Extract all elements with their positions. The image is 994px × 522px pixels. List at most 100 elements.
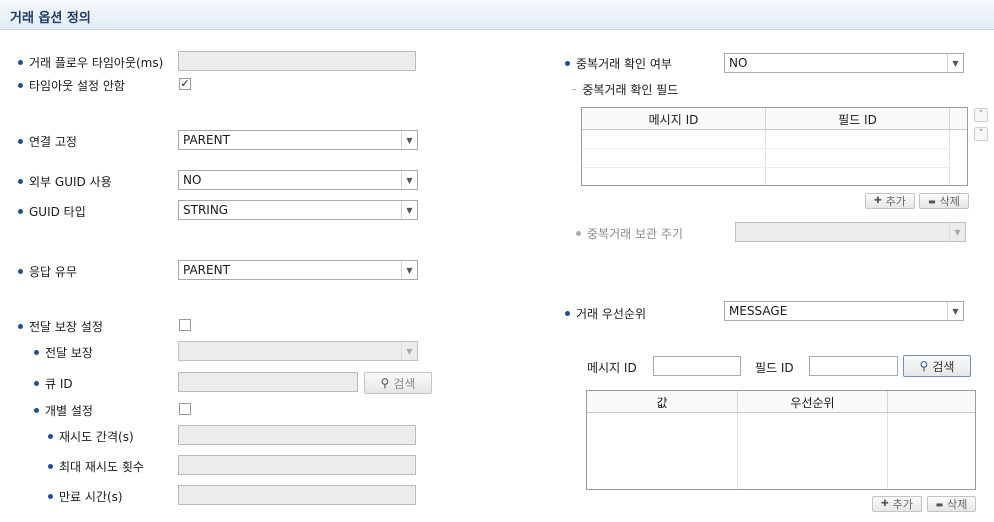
plus-icon: ✚ [881, 499, 889, 509]
bullet-icon [48, 463, 53, 469]
filter-message-id-input[interactable] [653, 356, 741, 376]
dup-check-select[interactable]: NO ▼ [724, 53, 964, 73]
table-cell [766, 168, 950, 185]
minus-icon: ▬ [928, 196, 936, 206]
bullet-icon [48, 493, 53, 499]
priority-select[interactable]: MESSAGE ▼ [724, 301, 964, 321]
priority-table-header: 값 우선순위 [587, 391, 975, 413]
retry-interval-input[interactable] [178, 425, 416, 445]
flow-timeout-row: 거래 플로우 타임아웃(ms) [18, 51, 163, 73]
filter-field-id-row: 필드 ID [755, 356, 794, 378]
table-cell [582, 149, 766, 168]
filter-field-id-input[interactable] [809, 356, 898, 376]
chevron-down-icon[interactable]: ▼ [401, 131, 417, 149]
dup-retention-select[interactable]: ▼ [735, 222, 966, 242]
column-header-priority[interactable]: 우선순위 [738, 391, 888, 413]
flow-timeout-input[interactable] [178, 51, 416, 71]
dup-retention-row: 중복거래 보관 주기 [576, 222, 683, 244]
priority-label: 거래 우선순위 [576, 306, 647, 321]
expire-time-input[interactable] [178, 485, 416, 505]
delivery-setting-checkbox[interactable] [179, 319, 191, 331]
delivery-row: 전달 보장 [34, 341, 93, 363]
chevron-down-icon[interactable]: ▼ [401, 261, 417, 279]
column-header-field-id[interactable]: 필드 ID [766, 108, 950, 130]
plus-icon: ✚ [874, 196, 882, 206]
priority-row: 거래 우선순위 [565, 302, 646, 324]
external-guid-label: 외부 GUID 사용 [29, 174, 112, 189]
guid-type-value: STRING [183, 203, 229, 217]
bullet-icon [576, 230, 581, 236]
search-icon: ⚲ [919, 359, 929, 373]
individual-label: 개별 설정 [45, 403, 93, 418]
dup-field-add-button[interactable]: ✚ 추가 [865, 193, 915, 209]
priority-delete-button[interactable]: ▬ 삭제 [927, 496, 976, 512]
bullet-icon [48, 433, 53, 439]
chevron-down-icon[interactable]: ▼ [949, 223, 965, 241]
dup-retention-label: 중복거래 보관 주기 [587, 226, 683, 241]
flow-timeout-label: 거래 플로우 타임아웃(ms) [29, 55, 164, 70]
guid-type-row: GUID 타입 [18, 200, 86, 222]
scroll-up-icon[interactable]: ˄ [974, 108, 988, 122]
chevron-down-icon[interactable]: ▼ [401, 342, 417, 360]
filter-field-id-label: 필드 ID [755, 360, 794, 375]
bullet-icon [565, 60, 570, 66]
external-guid-select[interactable]: NO ▼ [178, 170, 418, 190]
individual-checkbox[interactable] [179, 403, 191, 415]
table-cell [738, 413, 888, 489]
delivery-setting-label: 전달 보장 설정 [29, 319, 103, 334]
dup-field-row: - 중복거래 확인 필드 [572, 78, 678, 100]
section-header: 거래 옵션 정의 [0, 0, 994, 30]
queue-id-row: 큐 ID [34, 372, 73, 394]
chevron-down-icon[interactable]: ▼ [947, 302, 963, 320]
response-select[interactable]: PARENT ▼ [178, 260, 418, 280]
queue-search-label: 검색 [393, 376, 416, 391]
bullet-icon [565, 310, 570, 316]
no-timeout-checkbox[interactable]: ✓ [179, 78, 191, 90]
bullet-icon [18, 59, 23, 65]
priority-add-label: 추가 [892, 498, 913, 511]
table-cell [587, 413, 738, 489]
expire-time-row: 만료 시간(s) [48, 485, 123, 507]
response-value: PARENT [183, 263, 230, 277]
fixed-connection-label: 연결 고정 [29, 134, 77, 149]
response-row: 응답 유무 [18, 260, 77, 282]
column-header-message-id[interactable]: 메시지 ID [582, 108, 766, 130]
priority-search-button[interactable]: ⚲ 검색 [903, 355, 971, 377]
check-icon: ✓ [180, 77, 190, 90]
bullet-icon [34, 380, 39, 386]
bullet-icon [18, 82, 23, 88]
minus-icon: ▬ [935, 499, 944, 509]
bullet-icon [18, 268, 23, 274]
dup-field-delete-button[interactable]: ▬ 삭제 [919, 193, 969, 209]
table-cell [582, 168, 766, 185]
filter-message-id-label: 메시지 ID [587, 360, 637, 375]
no-timeout-label: 타임아웃 설정 안함 [29, 78, 125, 93]
dup-check-value: NO [729, 56, 748, 70]
bullet-icon [18, 323, 23, 329]
bullet-icon [18, 178, 23, 184]
priority-add-button[interactable]: ✚ 추가 [872, 496, 922, 512]
section-title: 거래 옵션 정의 [10, 11, 91, 26]
bullet-icon [18, 138, 23, 144]
filter-message-id-row: 메시지 ID [587, 356, 637, 378]
dup-check-label: 중복거래 확인 여부 [576, 56, 672, 71]
table-cell [766, 130, 950, 149]
chevron-down-icon[interactable]: ▼ [401, 201, 417, 219]
bullet-icon [18, 208, 23, 214]
queue-id-input[interactable] [178, 372, 358, 392]
chevron-down-icon[interactable]: ▼ [401, 171, 417, 189]
fixed-connection-value: PARENT [183, 133, 230, 147]
scroll-down-icon[interactable]: ˅ [974, 127, 988, 141]
priority-value: MESSAGE [729, 304, 788, 318]
chevron-down-icon[interactable]: ▼ [947, 54, 963, 72]
queue-id-label: 큐 ID [45, 376, 73, 391]
queue-search-button[interactable]: ⚲ 검색 [364, 372, 432, 394]
search-icon: ⚲ [380, 376, 390, 390]
delivery-select[interactable]: ▼ [178, 341, 418, 361]
bullet-icon [34, 407, 39, 413]
max-retry-input[interactable] [178, 455, 416, 475]
fixed-connection-select[interactable]: PARENT ▼ [178, 130, 418, 150]
dup-field-label: 중복거래 확인 필드 [582, 82, 679, 97]
column-header-value[interactable]: 값 [587, 391, 738, 413]
guid-type-select[interactable]: STRING ▼ [178, 200, 418, 220]
